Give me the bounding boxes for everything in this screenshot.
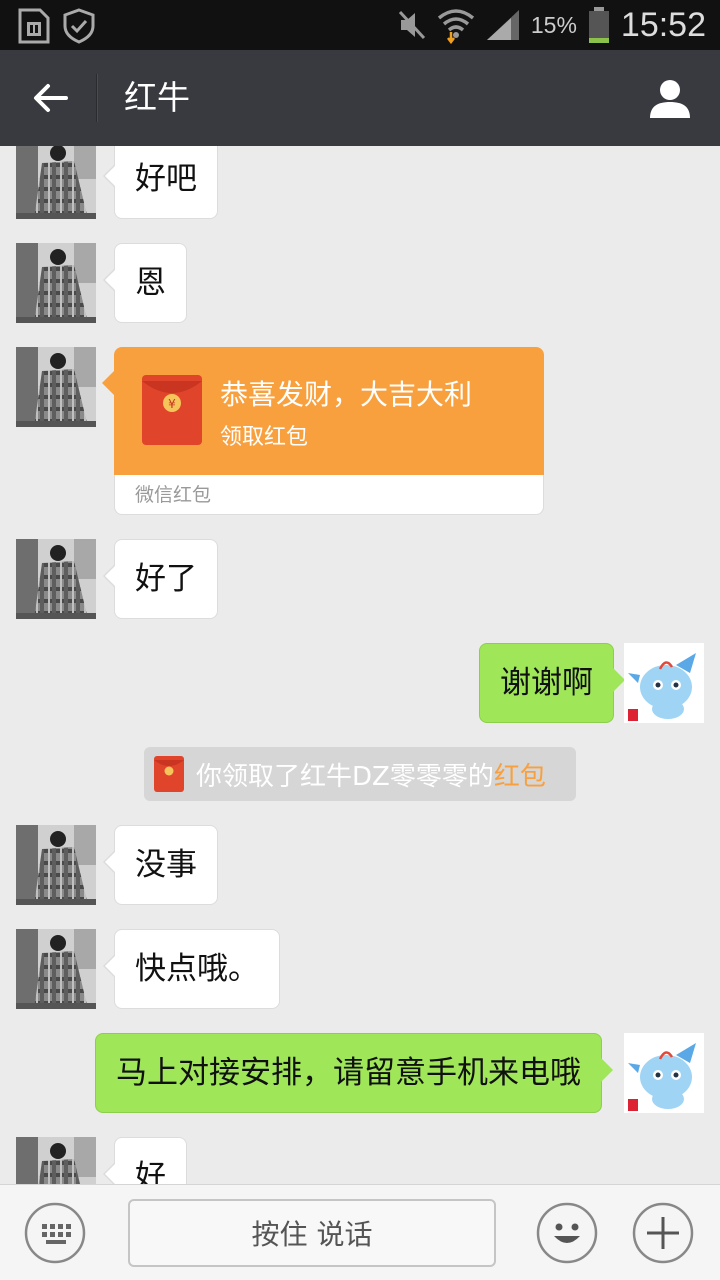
message-text: 恩 [135, 265, 166, 301]
status-right: 15% 15:52 [397, 0, 706, 50]
chat-info-button[interactable] [640, 70, 700, 126]
red-packet-message[interactable]: ¥ 恭喜发财，大吉大利 领取红包 微信红包 [102, 347, 544, 515]
message-bubble-in[interactable]: 恩 [103, 243, 187, 323]
message-bubble-in[interactable]: 好 [103, 1137, 187, 1184]
back-button[interactable] [22, 72, 78, 124]
red-envelope-icon: ¥ [142, 375, 202, 445]
red-envelope-icon [154, 756, 184, 792]
battery-icon [588, 7, 609, 43]
plus-icon[interactable] [632, 1202, 694, 1264]
hold-to-talk-button[interactable]: 按住 说话 [128, 1199, 496, 1267]
message-text: 好了 [135, 561, 197, 597]
emoji-icon[interactable] [536, 1202, 598, 1264]
system-notice-text: 你领取了红牛DZ零零零的红包 [196, 756, 546, 793]
message-bubble-out[interactable]: 马上对接安排，请留意手机来电哦 [95, 1033, 613, 1113]
back-arrow-icon [34, 84, 68, 112]
contact-avatar[interactable] [16, 243, 96, 323]
system-notice: 你领取了红牛DZ零零零的红包 [144, 747, 576, 801]
message-bubble-in[interactable]: 没事 [103, 825, 218, 905]
profile-icon [650, 80, 690, 118]
svg-text:¥: ¥ [168, 397, 176, 411]
mute-icon [398, 10, 425, 40]
system-notice-message: 你领取了红牛DZ零零零的 [196, 761, 494, 792]
red-packet-action: 领取红包 [220, 425, 309, 450]
contact-avatar[interactable] [16, 146, 96, 219]
keyboard-icon[interactable] [24, 1202, 86, 1264]
contact-avatar[interactable] [16, 347, 96, 427]
message-text: 好 [135, 1159, 166, 1184]
contact-avatar[interactable] [16, 825, 96, 905]
my-avatar[interactable] [624, 643, 704, 723]
contact-avatar[interactable] [16, 1137, 96, 1184]
input-bar: 按住 说话 [0, 1184, 720, 1280]
red-packet-body: ¥ 恭喜发财，大吉大利 领取红包 [102, 347, 544, 475]
signal-icon [486, 10, 519, 40]
shield-icon [63, 8, 95, 44]
red-packet-title: 恭喜发财，大吉大利 [220, 378, 473, 411]
red-packet-link[interactable]: 红包 [494, 762, 546, 792]
battery-percent: 15% [530, 11, 577, 38]
red-packet-footer-bar: 微信红包 [114, 475, 544, 515]
contact-avatar[interactable] [16, 929, 96, 1009]
message-text: 快点哦。 [135, 951, 259, 987]
contact-avatar[interactable] [16, 539, 96, 619]
page-title: 红牛 [124, 78, 190, 117]
message-text: 谢谢啊 [500, 665, 593, 701]
message-bubble-in[interactable]: 好了 [103, 539, 218, 619]
status-bar: 15% 15:52 [0, 0, 720, 50]
wifi-icon [437, 9, 474, 44]
my-avatar[interactable] [624, 1033, 704, 1113]
message-bubble-out[interactable]: 谢谢啊 [479, 643, 625, 723]
message-bubble-in[interactable]: 好吧 [103, 146, 218, 219]
message-text: 没事 [135, 847, 197, 883]
chat-header: 红牛 [0, 50, 720, 146]
message-text: 好吧 [135, 161, 197, 197]
header-divider [96, 74, 97, 122]
message-list[interactable]: 好吧 恩 ¥ 恭喜发财，大吉大利 领取红包 微信红包 好了 谢谢啊 你领取了红牛… [0, 146, 720, 1184]
clock: 15:52 [620, 5, 706, 44]
sim-icon [18, 8, 50, 44]
red-packet-footer: 微信红包 [135, 484, 212, 506]
message-text: 马上对接安排，请留意手机来电哦 [116, 1055, 581, 1091]
message-bubble-in[interactable]: 快点哦。 [103, 929, 280, 1009]
